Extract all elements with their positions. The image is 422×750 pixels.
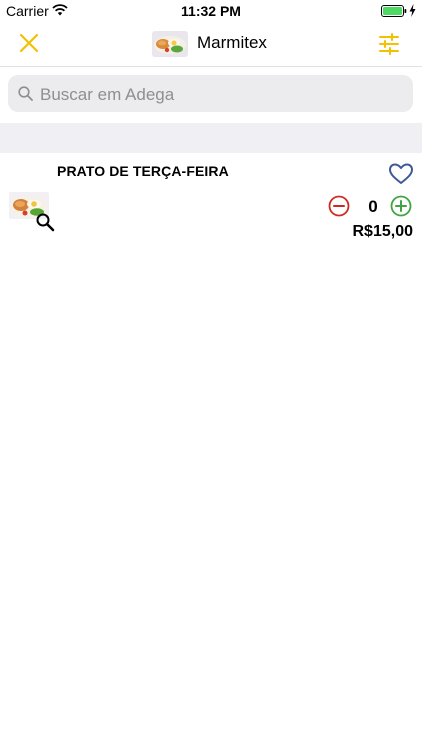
navigation-bar: Marmitex bbox=[0, 22, 422, 67]
close-icon[interactable] bbox=[14, 30, 44, 58]
decrease-quantity-button[interactable] bbox=[328, 195, 350, 217]
product-price: R$15,00 bbox=[352, 223, 414, 240]
battery-icon bbox=[381, 5, 407, 17]
search-input[interactable] bbox=[38, 75, 407, 114]
status-time: 11:32 PM bbox=[181, 3, 241, 19]
increase-quantity-button[interactable] bbox=[390, 195, 412, 217]
favorite-heart-icon[interactable] bbox=[388, 162, 414, 186]
search-bar bbox=[8, 75, 413, 114]
marmitex-logo bbox=[152, 31, 188, 57]
status-bar: Carrier 11:32 PM bbox=[0, 0, 422, 22]
product-name: PRATO DE TERÇA-FEIRA bbox=[57, 163, 229, 179]
section-divider bbox=[0, 123, 422, 153]
charging-bolt-icon bbox=[409, 4, 416, 17]
zoom-magnifier-icon[interactable] bbox=[35, 212, 55, 232]
filter-sliders-icon[interactable] bbox=[374, 30, 404, 58]
page-title: Marmitex bbox=[197, 33, 267, 52]
search-icon bbox=[18, 86, 33, 101]
product-row: PRATO DE TERÇA-FEIRA 0 R$15,00 bbox=[0, 153, 422, 253]
quantity-value: 0 bbox=[368, 197, 378, 216]
